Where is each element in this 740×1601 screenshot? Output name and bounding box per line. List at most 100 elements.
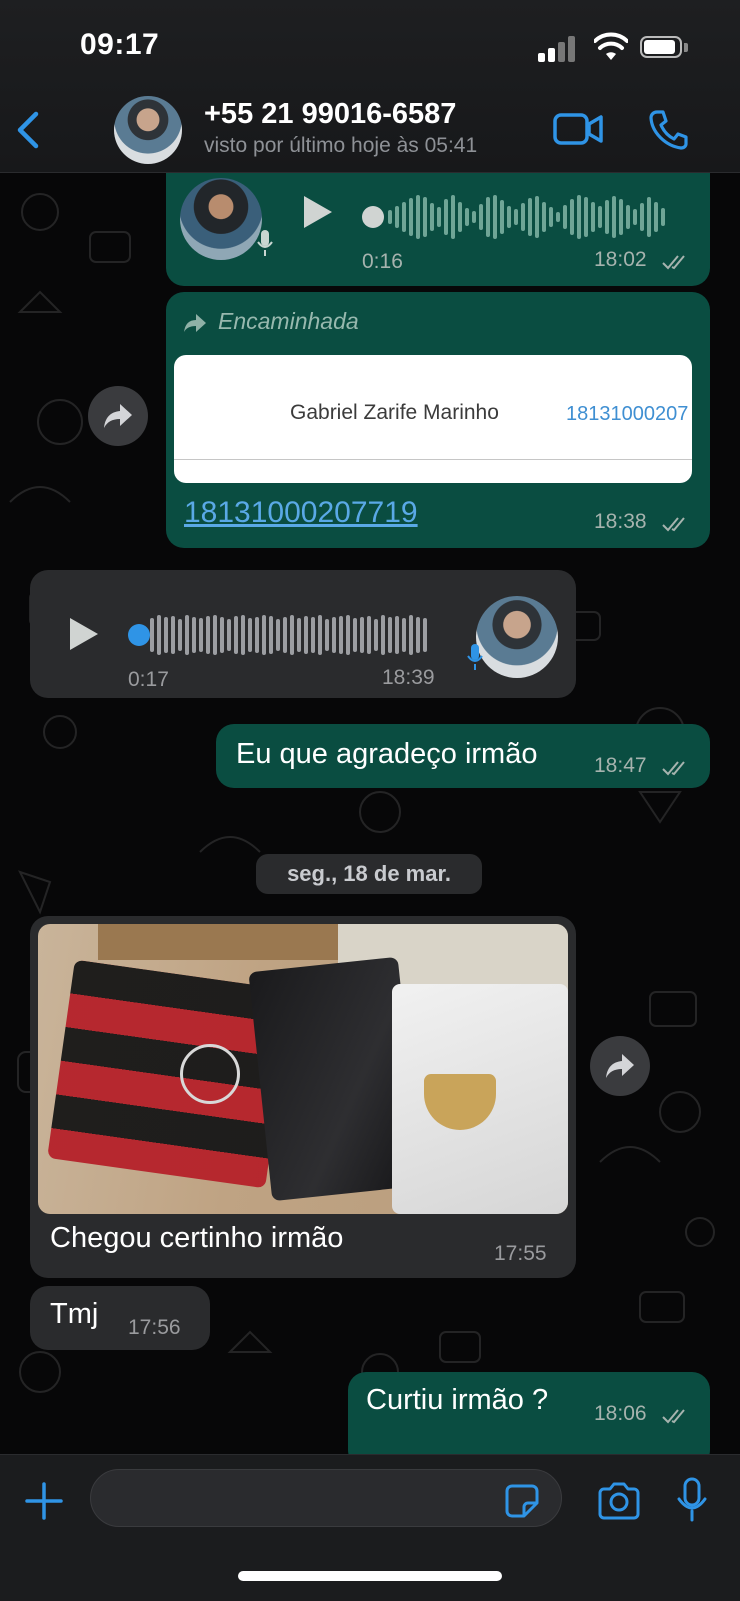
audio-waveform[interactable] [388,192,665,242]
waveform-bar [367,616,371,654]
waveform-bar [185,615,189,655]
waveform-bar [514,209,518,225]
waveform-bar [255,617,259,653]
waveform-bar [332,617,336,653]
forward-button[interactable] [88,386,148,446]
waveform-bar [234,616,238,654]
waveform-bar [311,617,315,653]
microphone-icon[interactable] [676,1477,708,1523]
contact-avatar[interactable] [114,96,182,164]
message-text: Curtiu irmão ? [366,1384,549,1416]
forwarded-message[interactable]: Encaminhada Gabriel Zarife Marinho 18131… [166,292,710,548]
photo-thumbnail[interactable] [38,924,568,1214]
sticker-icon[interactable] [504,1483,540,1519]
home-indicator[interactable] [238,1571,502,1581]
waveform-bar [227,619,231,651]
outgoing-text-message[interactable]: Curtiu irmão ? 18:06 [348,1372,710,1454]
waveform-bar [262,615,266,655]
play-button[interactable] [70,618,98,650]
message-time: 18:02 [594,248,647,271]
waveform-bar [304,616,308,654]
signal-icon [538,36,578,62]
photo-caption: Chegou certinho irmão [50,1222,344,1254]
forwarded-label: Encaminhada [218,308,359,334]
play-button[interactable] [304,196,332,228]
waveform-bar [549,207,553,227]
message-time: 17:56 [128,1316,181,1339]
audio-duration: 0:17 [128,668,169,691]
waveform-bar [409,615,413,655]
waveform-bar [556,212,560,222]
waveform-bar [360,617,364,653]
waveform-bar [535,196,539,238]
waveform-bar [192,617,196,653]
waveform-bar [269,616,273,654]
waveform-bar [171,616,175,654]
voice-call-icon[interactable] [648,108,688,150]
chat-area[interactable]: 0:16 18:02 Encaminhada Gabriel Zarife Ma… [0,172,740,1454]
forward-button[interactable] [590,1036,650,1096]
waveform-bar [577,195,581,239]
message-time: 17:55 [494,1242,547,1265]
plus-icon[interactable] [24,1481,64,1521]
waveform-bar [451,195,455,239]
waveform-bar [423,197,427,237]
waveform-bar [353,618,357,652]
incoming-text-message[interactable]: Tmj 17:56 [30,1286,210,1350]
video-call-icon[interactable] [552,110,604,148]
waveform-bar [612,196,616,238]
waveform-bar [178,619,182,651]
waveform-bar [248,618,252,652]
date-separator: seg., 18 de mar. [256,854,482,894]
waveform-bar [528,198,532,236]
incoming-photo-message[interactable]: Chegou certinho irmão 17:55 [30,916,576,1278]
audio-scrubber[interactable] [128,624,150,646]
waveform-bar [409,198,413,236]
waveform-bar [437,207,441,227]
waveform-bar [381,615,385,655]
card-name: Gabriel Zarife Marinho [290,401,499,424]
tracking-link[interactable]: 18131000207719 [184,496,418,530]
battery-icon [640,36,688,60]
waveform-bar [402,618,406,652]
link-preview-card[interactable]: Gabriel Zarife Marinho 18131000207 [174,355,692,483]
waveform-bar [563,205,567,229]
message-input[interactable] [90,1469,562,1527]
waveform-bar [206,616,210,654]
sender-avatar [180,178,262,260]
waveform-bar [395,206,399,228]
waveform-bar [164,617,168,653]
card-divider [174,459,692,460]
waveform-bar [654,202,658,232]
camera-icon[interactable] [596,1481,642,1521]
waveform-bar [465,208,469,226]
read-ticks-icon [662,761,685,776]
waveform-bar [220,617,224,653]
waveform-bar [241,615,245,655]
forwarded-arrow-icon [184,314,206,332]
back-chevron-icon[interactable] [14,110,44,150]
forward-icon [104,404,132,428]
waveform-bar [640,203,644,231]
audio-scrubber[interactable] [362,206,384,228]
waveform-bar [290,615,294,655]
waveform-bar [479,204,483,230]
message-text: Eu que agradeço irmão [236,738,538,770]
waveform-bar [472,211,476,223]
read-ticks-icon [662,1409,685,1424]
waveform-bar [339,616,343,654]
waveform-bar [325,619,329,651]
waveform-bar [157,615,161,655]
waveform-bar [619,199,623,235]
incoming-audio-message[interactable]: 0:17 18:39 [30,570,576,698]
waveform-bar [626,205,630,229]
outgoing-audio-message[interactable]: 0:16 18:02 [166,172,710,286]
waveform-bar [388,617,392,653]
audio-waveform[interactable] [150,610,427,660]
waveform-bar [297,618,301,652]
read-ticks-icon [662,255,685,270]
contact-name[interactable]: +55 21 99016-6587 [204,98,456,131]
outgoing-text-message[interactable]: Eu que agradeço irmão 18:47 [216,724,710,788]
read-ticks-icon [662,517,685,532]
message-text: Tmj [50,1298,99,1330]
